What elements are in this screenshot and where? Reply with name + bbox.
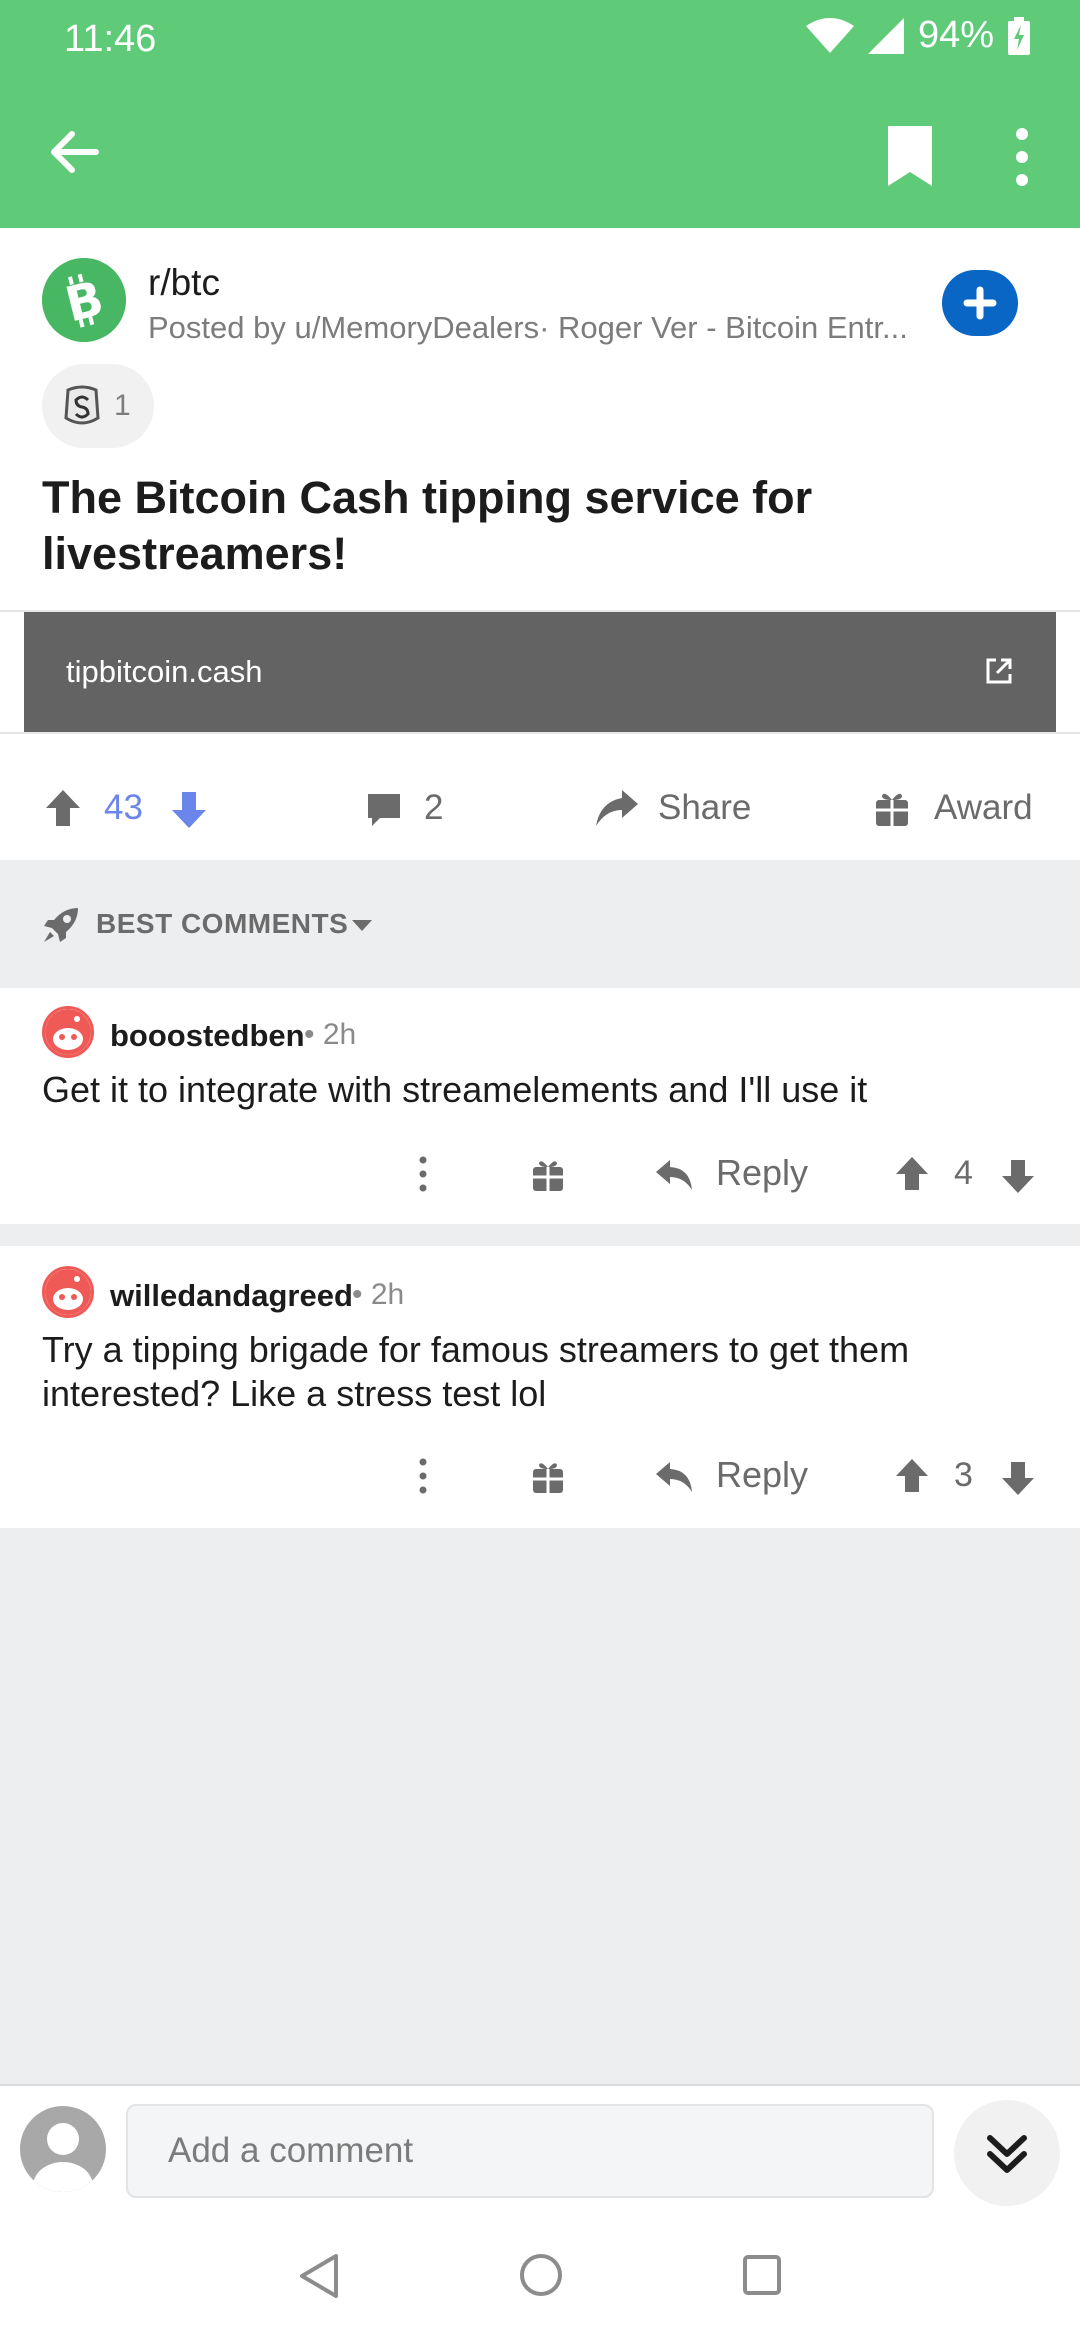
gift-icon[interactable] bbox=[532, 1460, 564, 1494]
silver-award-icon bbox=[64, 385, 100, 425]
join-button[interactable] bbox=[942, 270, 1018, 336]
reply-icon[interactable] bbox=[654, 1460, 694, 1494]
comment-input[interactable] bbox=[126, 2104, 934, 2198]
snoo-avatar-icon[interactable] bbox=[42, 1266, 94, 1318]
posted-by[interactable]: Posted by u/MemoryDealers· Roger Ver - B… bbox=[148, 310, 908, 346]
external-link-icon bbox=[986, 658, 1012, 684]
award-count: 1 bbox=[114, 389, 131, 422]
battery-percent: 94% bbox=[917, 14, 994, 56]
comment-time: • 2h bbox=[304, 1018, 357, 1051]
battery-charging-icon bbox=[1008, 16, 1030, 55]
status-icons: 94% bbox=[805, 14, 1030, 57]
more-vert-icon[interactable] bbox=[418, 1156, 428, 1192]
more-vert-icon[interactable] bbox=[1012, 126, 1032, 188]
double-chevron-down-icon bbox=[987, 2135, 1027, 2173]
jump-to-bottom-button[interactable] bbox=[954, 2100, 1060, 2206]
share-button[interactable]: Share bbox=[658, 788, 751, 828]
upvote-icon[interactable] bbox=[894, 1458, 930, 1494]
comment-icon[interactable] bbox=[364, 790, 404, 830]
comment-body: Get it to integrate with streamelements … bbox=[42, 1069, 868, 1110]
post-score: 43 bbox=[104, 788, 143, 827]
downvote-icon[interactable] bbox=[170, 790, 208, 830]
share-icon[interactable] bbox=[594, 788, 640, 828]
upvote-icon[interactable] bbox=[44, 788, 82, 828]
comment-score: 4 bbox=[954, 1154, 973, 1192]
reply-icon[interactable] bbox=[654, 1158, 694, 1192]
more-vert-icon[interactable] bbox=[418, 1458, 428, 1494]
wifi-icon bbox=[805, 17, 854, 53]
caret-down-icon[interactable] bbox=[350, 918, 374, 932]
status-time: 11:46 bbox=[64, 18, 157, 60]
reply-button[interactable]: Reply bbox=[716, 1454, 808, 1496]
upvote-icon[interactable] bbox=[894, 1156, 930, 1192]
bookmark-icon[interactable] bbox=[884, 124, 936, 188]
comment-author[interactable]: booostedben bbox=[110, 1018, 305, 1054]
award-button[interactable]: Award bbox=[934, 788, 1033, 828]
comment-author[interactable]: willedandagreed bbox=[110, 1278, 353, 1314]
reply-button[interactable]: Reply bbox=[716, 1152, 808, 1194]
subreddit-name[interactable]: r/btc bbox=[148, 262, 220, 304]
bitcoin-cash-icon[interactable]: B bbox=[42, 258, 126, 342]
post-title: The Bitcoin Cash tipping service for liv… bbox=[42, 472, 813, 579]
link-domain[interactable]: tipbitcoin.cash bbox=[66, 654, 262, 690]
rocket-icon[interactable] bbox=[42, 906, 80, 944]
nav-recents-icon[interactable] bbox=[742, 2254, 782, 2296]
snoo-avatar-icon[interactable] bbox=[42, 1006, 94, 1058]
comment-time: • 2h bbox=[352, 1278, 405, 1311]
award-chip[interactable]: 1 bbox=[42, 364, 154, 448]
nav-home-icon[interactable] bbox=[518, 2252, 564, 2298]
gift-icon[interactable] bbox=[532, 1158, 564, 1192]
downvote-icon[interactable] bbox=[1000, 1158, 1036, 1194]
user-avatar-icon[interactable] bbox=[20, 2106, 106, 2192]
signal-icon bbox=[867, 17, 904, 54]
gift-icon[interactable] bbox=[874, 788, 910, 828]
nav-back-icon[interactable] bbox=[296, 2252, 342, 2300]
comment-body: Try a tipping brigade for famous streame… bbox=[42, 1329, 910, 1414]
sort-selector[interactable]: BEST COMMENTS bbox=[96, 908, 348, 940]
comment-score: 3 bbox=[954, 1456, 973, 1494]
back-arrow-icon[interactable] bbox=[44, 122, 104, 182]
plus-icon bbox=[963, 286, 997, 320]
comment-count[interactable]: 2 bbox=[424, 788, 443, 828]
downvote-icon[interactable] bbox=[1000, 1460, 1036, 1496]
